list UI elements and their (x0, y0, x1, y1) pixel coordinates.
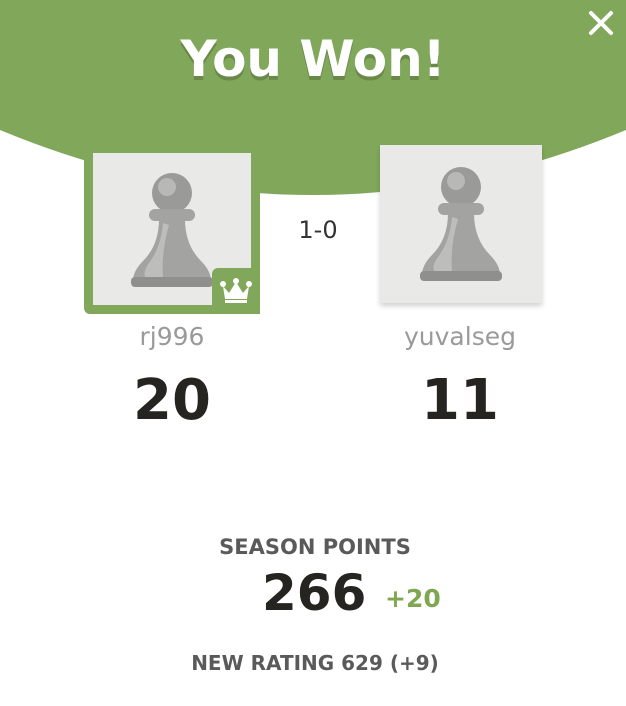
modal-title: You Won! (180, 30, 446, 88)
opponent-points: 11 (421, 368, 499, 433)
season-points-delta: +20 (385, 584, 441, 613)
close-icon (589, 11, 613, 35)
winner-points: 20 (133, 368, 211, 433)
new-rating: NEW RATING 629 (+9) (191, 651, 439, 675)
pawn-icon (420, 167, 502, 281)
opponent-avatar[interactable] (380, 145, 542, 303)
winner-badge (212, 268, 260, 314)
winner-avatar[interactable] (84, 144, 260, 314)
opponent-username[interactable]: yuvalseg (350, 322, 570, 351)
close-button[interactable] (584, 6, 618, 40)
winner-username[interactable]: rj996 (62, 322, 282, 351)
crown-icon (220, 278, 252, 303)
season-points-value: 266 (262, 564, 367, 622)
season-points-label: SEASON POINTS (219, 535, 411, 559)
game-score: 1-0 (298, 216, 338, 244)
